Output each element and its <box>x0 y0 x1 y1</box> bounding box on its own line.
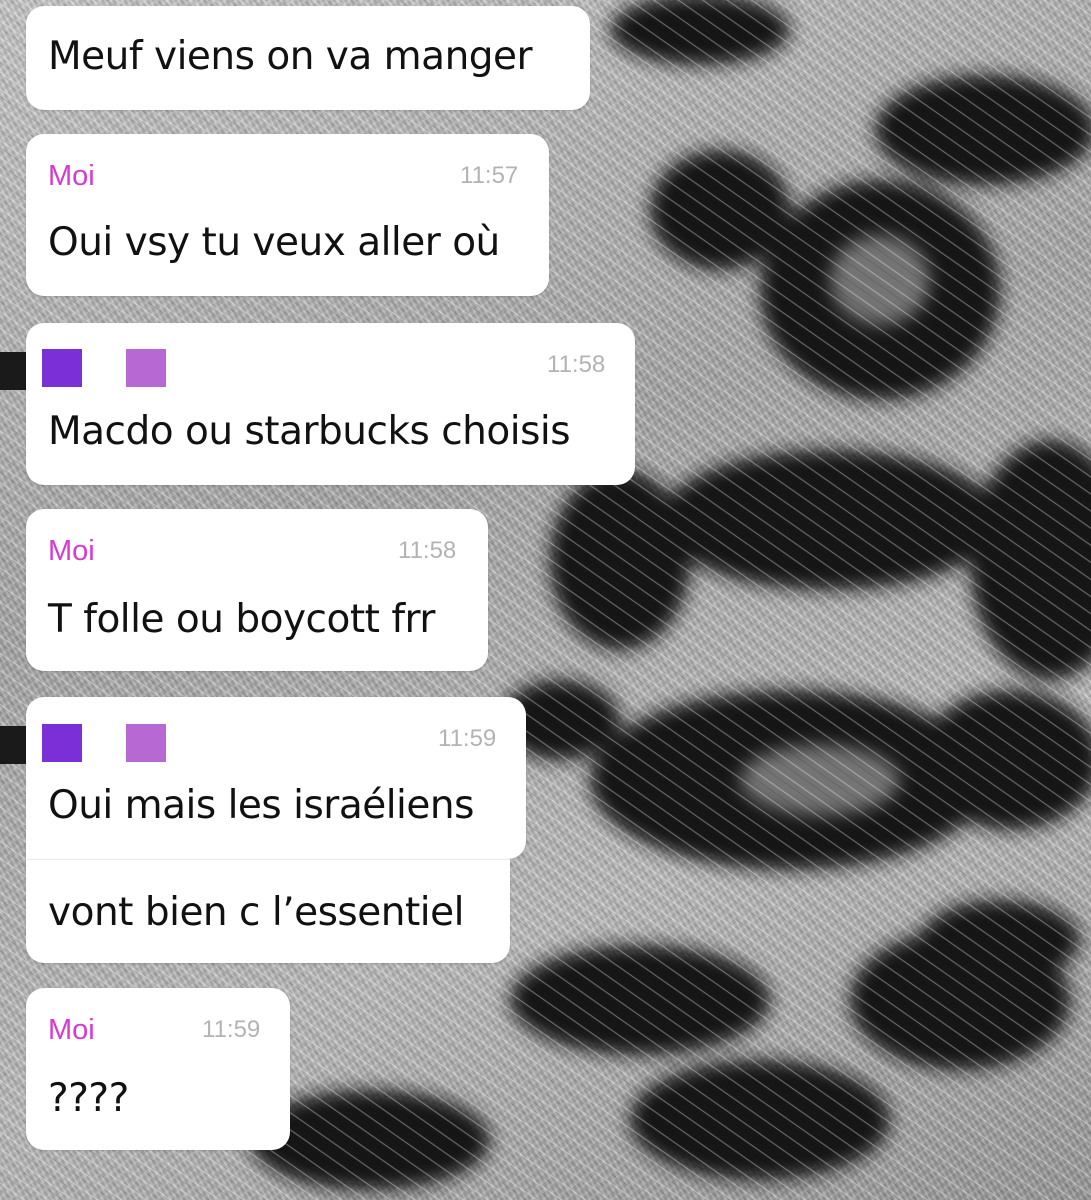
message-timestamp: 11:59 <box>438 725 497 752</box>
message-text: Macdo ou starbucks choisis <box>48 409 571 454</box>
message-bubble[interactable]: Moi 11:57 Oui vsy tu veux aller où <box>26 134 549 296</box>
sender-name: Moi <box>48 1014 95 1046</box>
avatar-icon <box>42 349 82 387</box>
message-bubble[interactable]: 11:59 Oui mais les israéliens <box>26 697 526 859</box>
avatar-icon <box>42 724 82 762</box>
message-timestamp: 11:58 <box>547 351 606 378</box>
message-text: T folle ou boycott frr <box>48 597 435 642</box>
sender-name: Moi <box>48 535 95 567</box>
message-text: vont bien c l’essentiel <box>48 890 464 935</box>
message-text: ???? <box>48 1076 129 1121</box>
message-bubble[interactable]: Moi 11:58 T folle ou boycott frr <box>26 509 488 671</box>
message-bubble[interactable]: Moi 11:59 ???? <box>26 988 290 1150</box>
message-text: Meuf viens on va manger <box>48 34 533 79</box>
message-timestamp: 11:57 <box>460 162 519 189</box>
avatar-icon <box>126 349 166 387</box>
message-text: Oui vsy tu veux aller où <box>48 220 500 265</box>
message-text: Oui mais les israéliens <box>48 783 474 828</box>
sender-name: Moi <box>48 160 95 192</box>
message-timestamp: 11:59 <box>202 1016 261 1043</box>
message-bubble-continuation[interactable]: vont bien c l’essentiel <box>26 859 510 963</box>
message-bubble[interactable]: Meuf viens on va manger <box>26 6 590 110</box>
message-timestamp: 11:58 <box>398 537 457 564</box>
avatar-icon <box>126 724 166 762</box>
message-bubble[interactable]: 11:58 Macdo ou starbucks choisis <box>26 323 635 485</box>
